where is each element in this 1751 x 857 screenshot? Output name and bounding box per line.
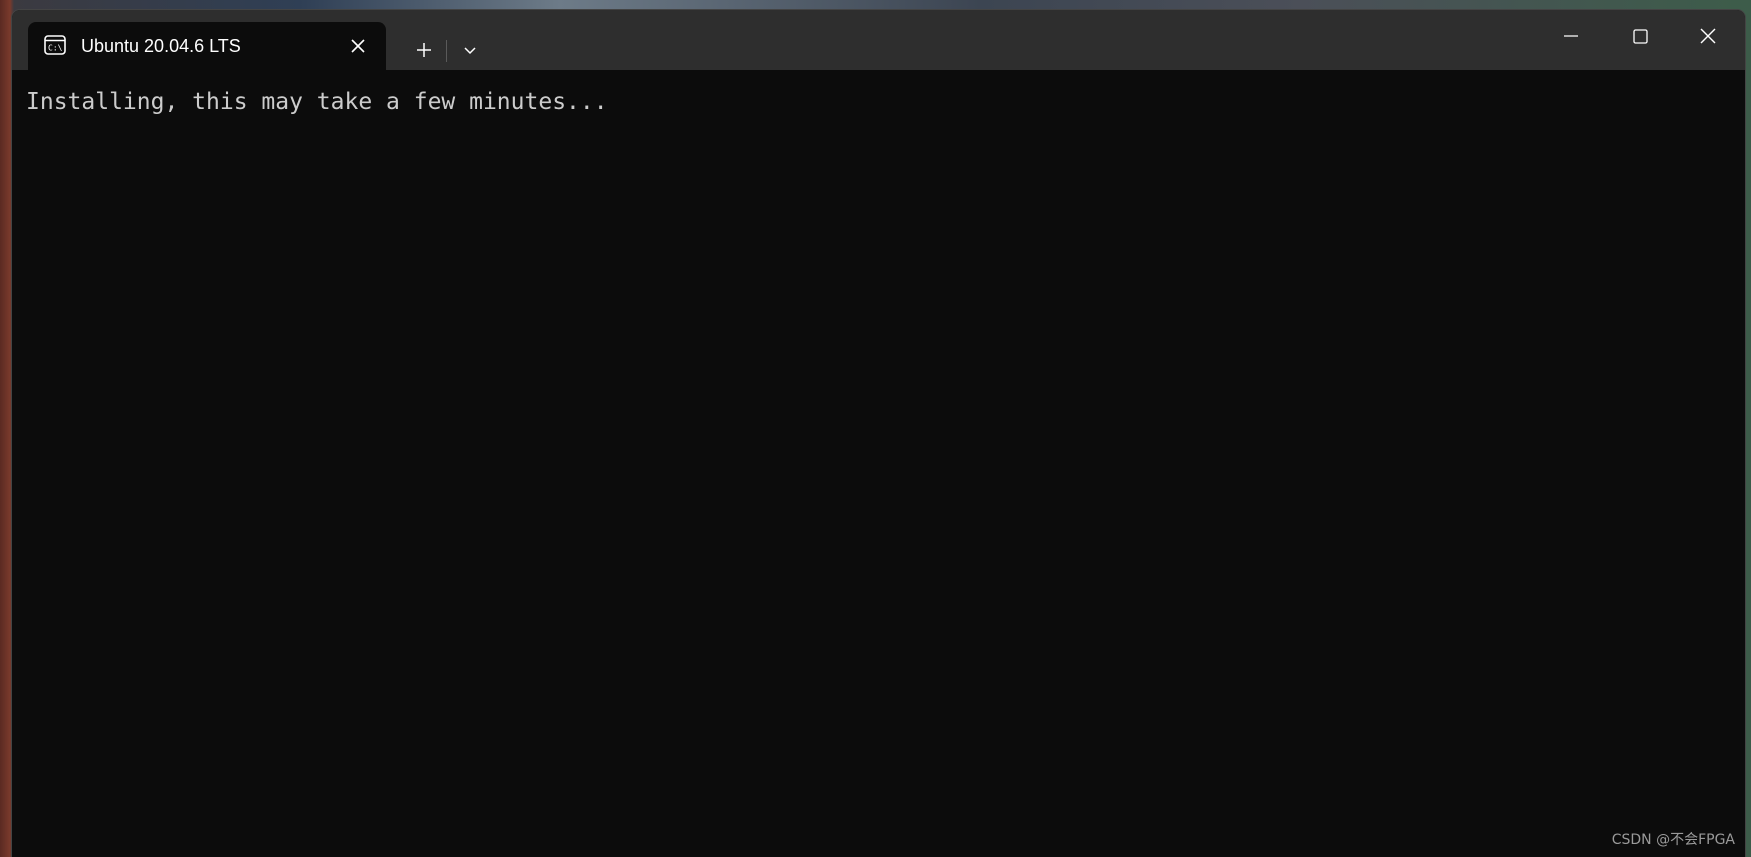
svg-text:C:\: C:\ bbox=[48, 44, 63, 53]
watermark: CSDN @不会FPGA bbox=[1611, 832, 1735, 848]
terminal-output[interactable]: Installing, this may take a few minutes.… bbox=[12, 70, 1745, 857]
new-tab-button[interactable] bbox=[406, 32, 442, 68]
close-window-button[interactable] bbox=[1685, 18, 1731, 54]
tab-divider bbox=[446, 40, 447, 62]
minimize-icon bbox=[1564, 35, 1578, 37]
terminal-line: Installing, this may take a few minutes.… bbox=[26, 89, 608, 115]
tab-dropdown-button[interactable] bbox=[452, 32, 488, 68]
plus-icon bbox=[417, 43, 431, 57]
maximize-button[interactable] bbox=[1617, 18, 1663, 54]
tab-title: Ubuntu 20.04.6 LTS bbox=[81, 36, 241, 56]
maximize-icon bbox=[1633, 29, 1648, 44]
close-icon bbox=[1700, 28, 1716, 44]
terminal-icon: C:\ bbox=[44, 35, 66, 55]
tab-ubuntu[interactable]: C:\ Ubuntu 20.04.6 LTS bbox=[28, 22, 386, 70]
title-bar[interactable]: C:\ Ubuntu 20.04.6 LTS bbox=[12, 10, 1745, 70]
terminal-window: C:\ Ubuntu 20.04.6 LTS Installing, this … bbox=[12, 10, 1745, 857]
minimize-button[interactable] bbox=[1548, 18, 1594, 54]
tab-close-icon[interactable] bbox=[346, 34, 370, 58]
chevron-down-icon bbox=[464, 47, 476, 55]
